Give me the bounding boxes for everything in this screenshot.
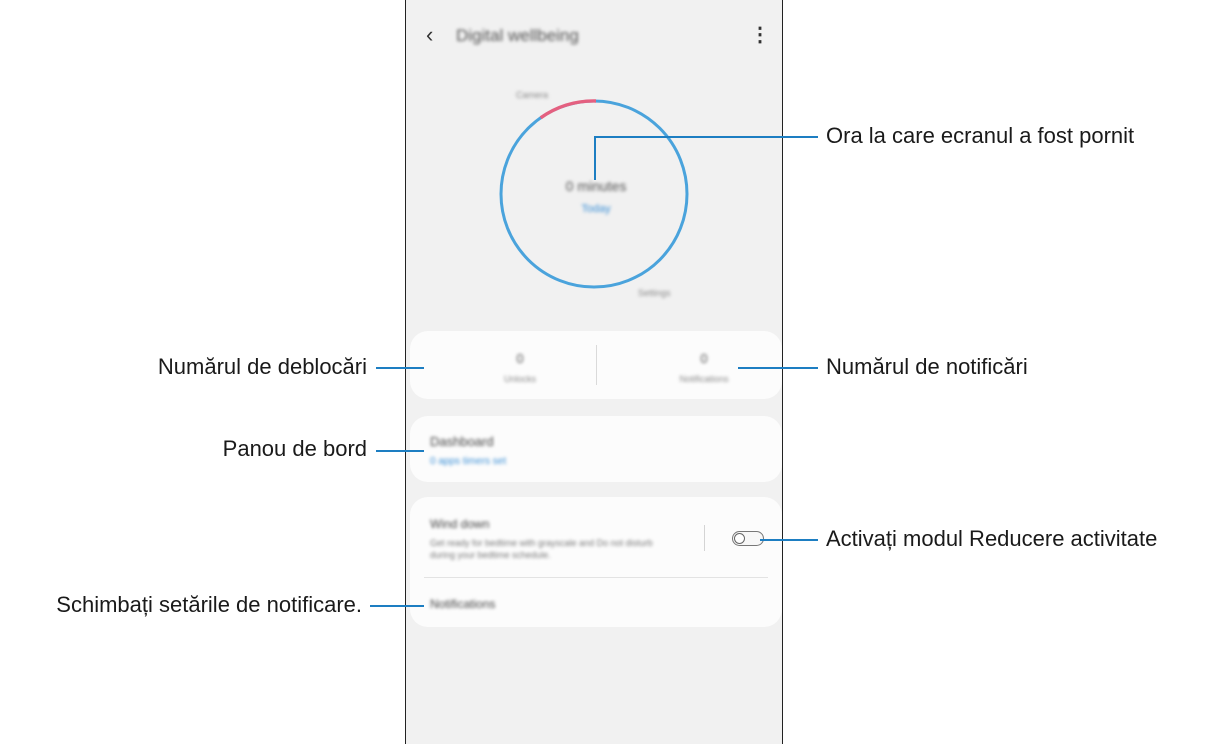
more-options-icon[interactable]: ⋮ <box>750 22 770 47</box>
dashboard-title: Dashboard <box>430 434 494 449</box>
gauge-ring <box>499 99 689 289</box>
wind-down-title[interactable]: Wind down <box>430 517 489 531</box>
notifications-label: Notifications <box>679 374 729 384</box>
wind-down-card: Wind down Get ready for bedtime with gra… <box>410 497 782 627</box>
callout-unlocks: Numărul de deblocări <box>157 354 367 379</box>
stats-divider <box>596 345 597 385</box>
back-icon[interactable]: ‹ <box>426 22 433 48</box>
gauge-app-label: Camera <box>516 90 549 100</box>
leader-line <box>594 136 596 180</box>
leader-line <box>738 367 818 369</box>
leader-line <box>376 450 424 452</box>
screen-time-value: 0 minutes <box>565 178 627 194</box>
callout-notifications: Numărul de notificări <box>826 354 1028 379</box>
callout-notification-settings: Schimbați setările de notificare. <box>56 592 362 617</box>
leader-line <box>370 605 424 607</box>
leader-line <box>594 136 818 138</box>
screen-time-link[interactable]: Today <box>556 203 636 215</box>
stats-card: 0 Unlocks 0 Notifications <box>410 331 782 399</box>
notifications-settings-row[interactable]: Notifications <box>430 597 495 611</box>
gauge-app-label: Settings <box>638 288 671 298</box>
dashboard-subtitle: 0 apps timers set <box>430 456 507 467</box>
leader-line <box>376 367 424 369</box>
row-separator <box>424 577 768 578</box>
screen-time-gauge[interactable] <box>478 78 710 310</box>
leader-line <box>760 539 818 541</box>
callout-wind-down: Activați modul Reducere activitate <box>826 526 1158 551</box>
unlocks-label: Unlocks <box>503 374 536 384</box>
page-title: Digital wellbeing <box>456 26 579 45</box>
gauge-highlight-arc <box>539 99 597 120</box>
dashboard-card[interactable]: Dashboard 0 apps timers set <box>410 416 782 482</box>
wind-down-description: Get ready for bedtime with grayscale and… <box>430 538 653 560</box>
toggle-knob <box>734 533 745 544</box>
callout-dashboard: Panou de bord <box>222 436 367 461</box>
phone-screen: ‹ Digital wellbeing ⋮ Camera Settings 0 … <box>405 0 783 744</box>
unlocks-stat[interactable]: 0 Unlocks <box>450 351 590 384</box>
toggle-divider <box>704 525 705 551</box>
callout-screen-time: Ora la care ecranul a fost pornit <box>826 123 1135 148</box>
unlocks-count: 0 <box>516 351 524 366</box>
notifications-count: 0 <box>700 351 708 366</box>
